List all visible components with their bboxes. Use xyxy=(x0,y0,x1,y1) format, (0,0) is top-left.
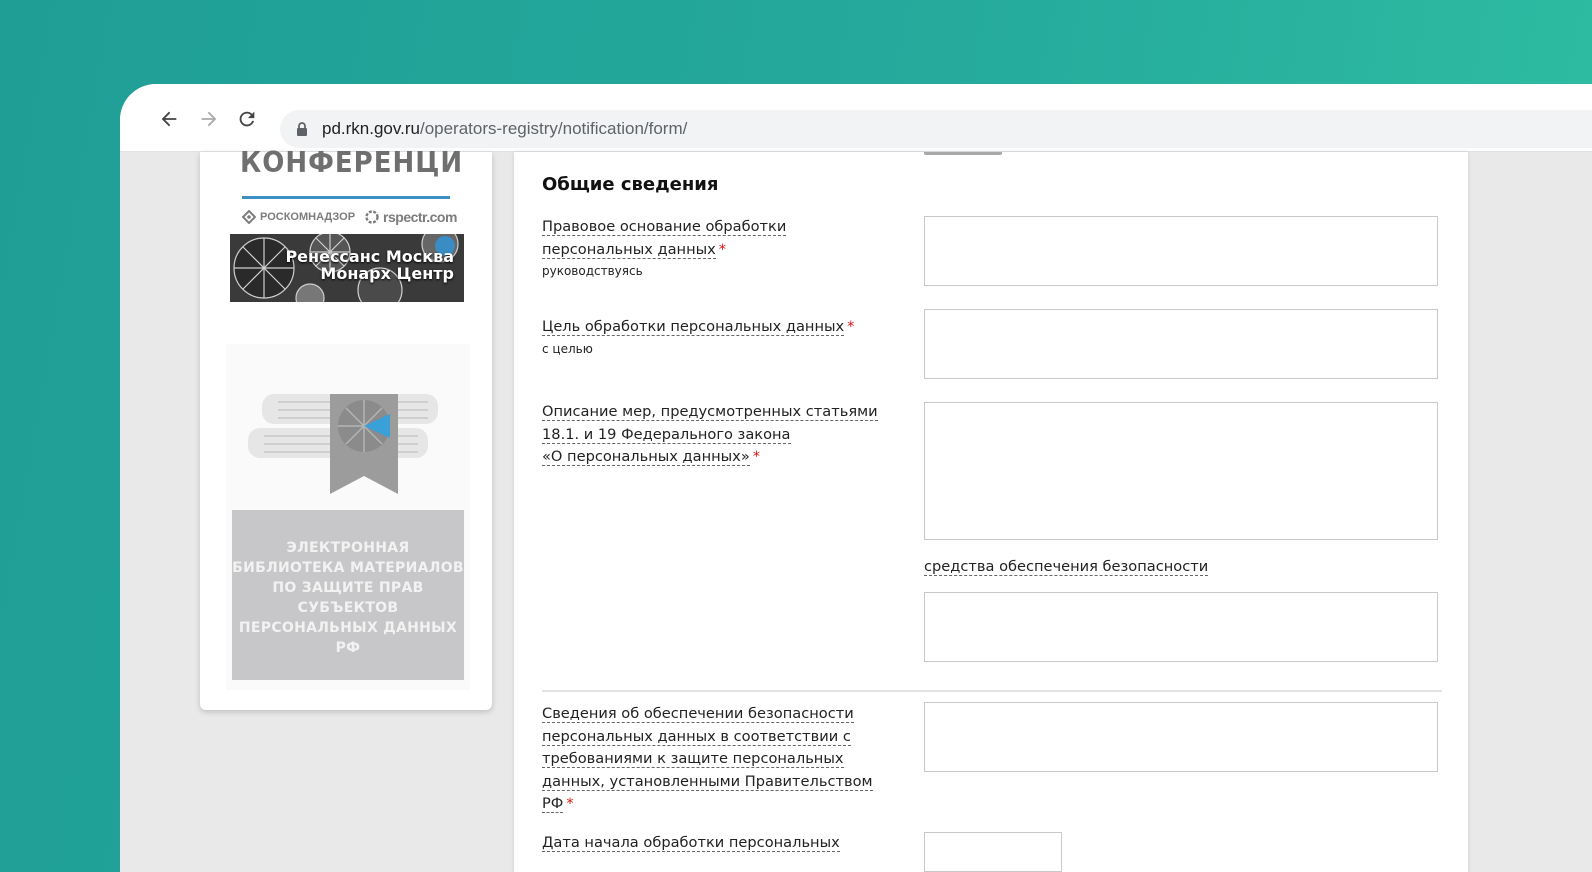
legal-basis-hint: руководствуясь xyxy=(542,264,643,278)
forward-button[interactable] xyxy=(196,106,222,132)
security-info-label-line4: данных, установленными Правительством xyxy=(542,772,873,791)
security-means-label-text: средства обеспечения безопасности xyxy=(924,558,1209,576)
measures-label-line1: Описание мер, предусмотренных статьями xyxy=(542,403,878,421)
roskomnadzor-logo: РОСКОМНАДЗОР xyxy=(242,210,355,224)
measures-label-line3: «О персональных данных» xyxy=(542,448,750,466)
lock-icon xyxy=(297,122,307,136)
reload-button[interactable] xyxy=(234,106,260,132)
measures-field[interactable] xyxy=(924,402,1438,540)
conference-divider xyxy=(242,196,450,199)
arrow-right-icon xyxy=(201,111,217,127)
section-divider xyxy=(542,690,1442,692)
partner-logos: РОСКОМНАДЗОР rspectr.com xyxy=(242,208,462,226)
measures-label: Описание мер, предусмотренных статьями 1… xyxy=(542,401,902,469)
address-bar[interactable]: pd.rkn.gov.ru/operators-registry/notific… xyxy=(280,110,1592,148)
venue-banner[interactable]: Ренессанс Москва Монарх Центр xyxy=(230,234,464,302)
venue-line-1: Ренессанс Москва xyxy=(285,247,454,266)
legal-basis-label: Правовое основание обработки персональны… xyxy=(542,216,902,279)
purpose-label: Цель обработки персональных данных * с це… xyxy=(542,316,902,357)
books-umbrella-icon xyxy=(248,394,438,494)
conference-title: КОНФЕРЕНЦИЯ xyxy=(240,146,460,178)
library-banner[interactable]: ЭЛЕКТРОННАЯ БИБЛИОТЕКА МАТЕРИАЛОВ ПО ЗАЩ… xyxy=(226,344,470,690)
security-info-label-line2: персональных данных в соответствии с xyxy=(542,727,851,746)
start-date-label-line1: Дата начала обработки персональных xyxy=(542,834,840,852)
measures-label-line2: 18.1. и 19 Федерального закона xyxy=(542,425,791,444)
security-info-label-line5: РФ xyxy=(542,795,564,813)
url-host: pd.rkn.gov.ru xyxy=(322,119,420,138)
venue-name: Ренессанс Москва Монарх Центр xyxy=(285,248,454,282)
required-mark: * xyxy=(718,240,727,258)
purpose-field[interactable] xyxy=(924,309,1438,379)
tab-indicator xyxy=(924,152,1002,155)
url-text: pd.rkn.gov.ru/operators-registry/notific… xyxy=(322,119,687,139)
purpose-label-line1: Цель обработки персональных данных xyxy=(542,318,845,336)
security-means-field[interactable] xyxy=(924,592,1438,662)
venue-line-2: Монарх Центр xyxy=(320,264,454,283)
security-info-label-line1: Сведения об обеспечении безопасности xyxy=(542,705,854,723)
url-path: /operators-registry/notification/form/ xyxy=(419,119,688,138)
section-title: Общие сведения xyxy=(542,174,719,195)
back-button[interactable] xyxy=(156,106,182,132)
required-mark: * xyxy=(752,448,761,465)
security-info-label: Сведения об обеспечении безопасности пер… xyxy=(542,703,902,816)
rspectr-logo: rspectr.com xyxy=(365,209,457,225)
browser-toolbar: pd.rkn.gov.ru/operators-registry/notific… xyxy=(120,84,1592,152)
rspectr-mark-icon xyxy=(365,210,379,224)
sidebar-card: КОНФЕРЕНЦИЯ РОСКОМНАДЗОР rspectr.com Рен… xyxy=(200,147,492,710)
required-mark: * xyxy=(847,318,855,335)
arrow-left-icon xyxy=(161,111,177,127)
legal-basis-field[interactable] xyxy=(924,216,1438,286)
start-date-label: Дата начала обработки персональных xyxy=(542,832,902,855)
start-date-field[interactable] xyxy=(924,832,1062,872)
library-text: ЭЛЕКТРОННАЯ БИБЛИОТЕКА МАТЕРИАЛОВ ПО ЗАЩ… xyxy=(232,540,464,656)
purpose-hint: с целью xyxy=(542,341,593,356)
security-info-label-line3: требованиями к защите персональных xyxy=(542,750,844,768)
required-mark: * xyxy=(566,795,574,812)
roskomnadzor-text: РОСКОМНАДЗОР xyxy=(260,211,356,223)
legal-basis-label-line2: персональных данных xyxy=(542,240,716,259)
rspectr-text: rspectr.com xyxy=(383,209,457,225)
security-means-label: средства обеспечения безопасности xyxy=(924,558,1209,576)
legal-basis-label-line1: Правовое основание обработки xyxy=(542,218,787,236)
reload-icon xyxy=(239,111,255,127)
security-info-field[interactable] xyxy=(924,702,1438,772)
browser-window: pd.rkn.gov.ru/operators-registry/notific… xyxy=(120,84,1592,872)
roskomnadzor-mark-icon xyxy=(242,210,256,224)
form-card: Общие сведения Правовое основание обрабо… xyxy=(514,152,1468,872)
